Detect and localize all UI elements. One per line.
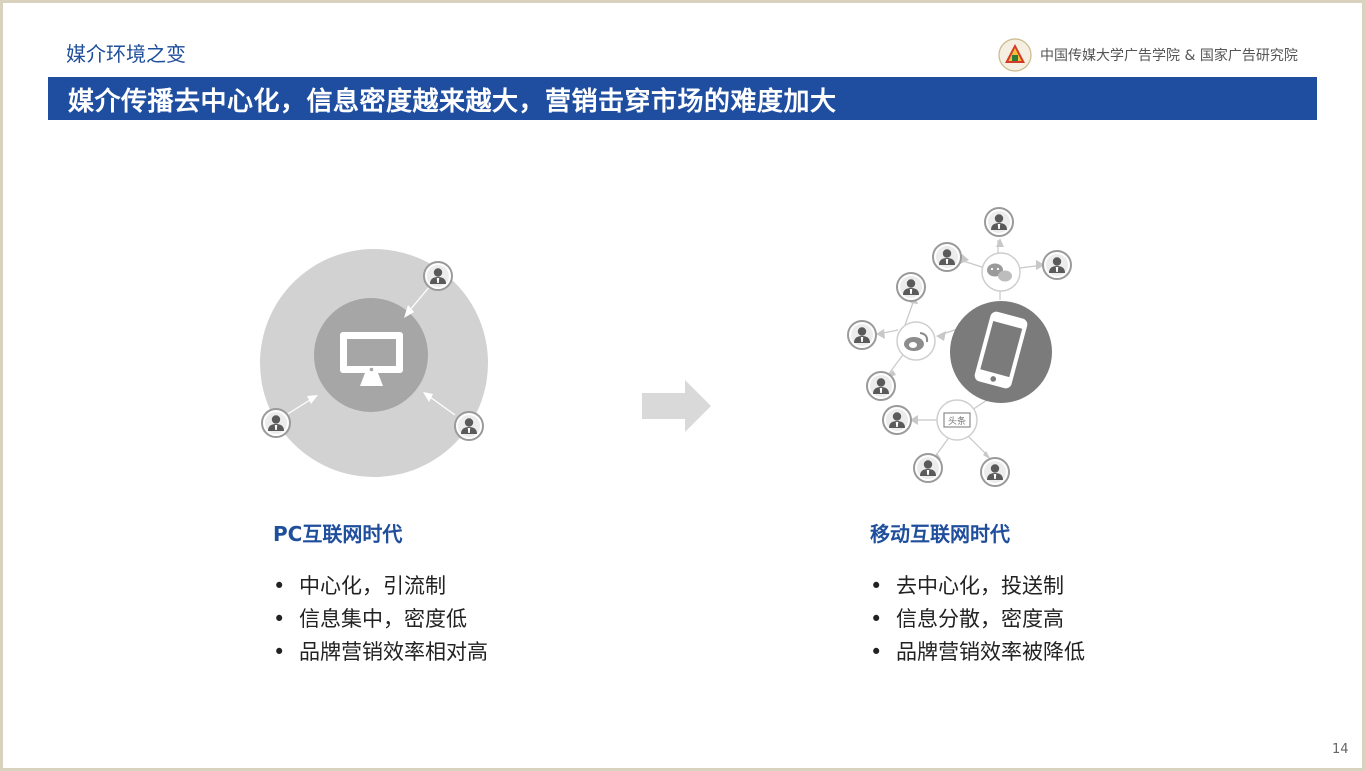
user-avatar-icon xyxy=(1042,250,1072,280)
user-avatar-icon xyxy=(423,261,453,291)
page-number: 14 xyxy=(1332,742,1349,757)
list-item: 去中心化，投送制 xyxy=(870,570,1085,603)
arrow-icon xyxy=(876,329,885,339)
list-item: 品牌营销效率相对高 xyxy=(273,636,488,669)
user-avatar-icon xyxy=(866,371,896,401)
mobile-era-diagram: 头条 xyxy=(847,207,1072,487)
user-avatar-icon xyxy=(984,207,1014,237)
user-avatar-icon xyxy=(896,272,926,302)
pc-era-diagram xyxy=(260,249,488,477)
pc-era-bullets: 中心化，引流制 信息集中，密度低 品牌营销效率相对高 xyxy=(273,570,488,669)
toutiao-label: 头条 xyxy=(948,415,966,427)
media-diagram: 头条 xyxy=(260,207,1072,487)
list-item: 信息集中，密度低 xyxy=(273,603,488,636)
list-item: 信息分散，密度高 xyxy=(870,603,1085,636)
list-item: 中心化，引流制 xyxy=(273,570,488,603)
arrow-icon xyxy=(996,238,1004,247)
arrow-icon xyxy=(936,331,946,341)
user-avatar-icon xyxy=(454,411,484,441)
user-avatar-icon xyxy=(882,405,912,435)
user-avatar-icon xyxy=(913,453,943,483)
transition-arrow-icon xyxy=(642,380,711,432)
pc-era-title: PC互联网时代 xyxy=(273,522,403,546)
user-avatar-icon xyxy=(261,408,291,438)
mobile-era-title: 移动互联网时代 xyxy=(870,522,1010,546)
user-avatar-icon xyxy=(847,320,877,350)
user-avatar-icon xyxy=(932,242,962,272)
list-item: 品牌营销效率被降低 xyxy=(870,636,1085,669)
user-avatar-icon xyxy=(980,457,1010,487)
mobile-era-bullets: 去中心化，投送制 信息分散，密度高 品牌营销效率被降低 xyxy=(870,570,1085,669)
